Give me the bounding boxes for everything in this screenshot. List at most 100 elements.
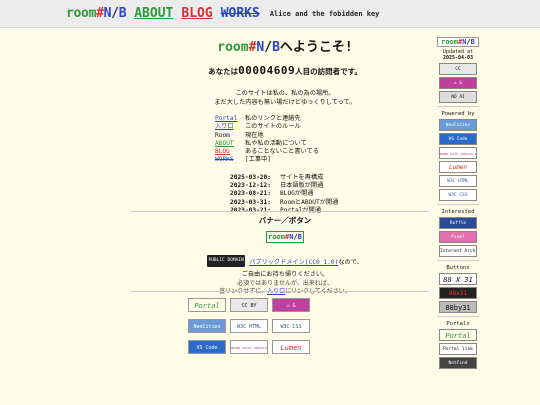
badge-row: VS Code made with sakura editor Lumen: [188, 340, 328, 354]
update-row: 2023-08-21: BLOGが開通: [230, 190, 340, 198]
sb-w3c-css-badge[interactable]: W3C CSS: [439, 189, 477, 201]
section-divider: [130, 211, 428, 212]
sidebar-divider: [437, 204, 479, 205]
badge-row: Portal CC BY ⚠ G: [188, 298, 328, 312]
sb-logo-room: room: [441, 38, 458, 46]
sb-lumen-badge[interactable]: Lumen: [439, 161, 477, 173]
sb-sakura-badge[interactable]: made with sakura editor: [439, 147, 477, 159]
visitor-prefix: あなたは: [208, 67, 239, 76]
sidebar-divider: [437, 316, 479, 317]
note-line-1: 必須ではありませんが、出来れば、: [237, 280, 333, 287]
updated-date: 2025-04-03: [442, 55, 474, 61]
sb-noai-badge[interactable]: NO AI: [439, 91, 477, 103]
sitemap-link-blog[interactable]: BLOG: [215, 148, 245, 156]
sitemap-row-works: WORKS [工事中]: [215, 156, 355, 164]
sb-netfind-badge[interactable]: NetFind: [439, 357, 477, 369]
portals-heading: Portals: [446, 321, 470, 327]
sb-88x31-badge[interactable]: 88 X 31: [439, 273, 477, 285]
right-sidebar: room#N/B Updated at 2025-04-03 CC ⚠ G NO…: [437, 37, 479, 369]
logo-room: room: [66, 6, 97, 21]
sitemap-link-about[interactable]: ABOUT: [215, 140, 245, 148]
visitor-counter: あなたは00004609人目の訪問者です。: [140, 64, 430, 77]
neocities-badge[interactable]: NeoCities: [188, 319, 226, 333]
warning-badge[interactable]: ⚠ G: [272, 298, 310, 312]
sitemap-row-room: Room 現在地: [215, 132, 355, 140]
sitemap-desc: [工事中]: [245, 156, 272, 164]
license-line-2: ご自由にお持ち帰りください。: [241, 271, 329, 278]
main-content: room#N/Bへようこそ! あなたは00004609人目の訪問者です。 このサ…: [140, 34, 430, 215]
site-banner-image[interactable]: room#N/B: [266, 231, 304, 243]
vscode-badge[interactable]: VS Code: [188, 340, 226, 354]
badge-grid: Portal CC BY ⚠ G NeoCities W3C HTML W3C …: [188, 298, 328, 361]
banner-room: room: [268, 233, 285, 241]
visitor-count: 00004609: [238, 64, 296, 77]
update-text: BLOGが開通: [280, 190, 314, 198]
cc0-badge[interactable]: PUBLIC DOMAIN: [207, 255, 246, 267]
sb-warning-badge[interactable]: ⚠ G: [439, 77, 477, 89]
banner-title: バナー／ボタン: [258, 216, 312, 225]
sitemap-label-room: Room: [215, 131, 230, 139]
sb-logo-b: B: [470, 38, 475, 46]
visitor-suffix: 人目の訪問者です。: [295, 67, 362, 76]
update-date: 2023-08-21:: [230, 190, 271, 198]
sb-archive-badge[interactable]: Internet Archive: [439, 245, 477, 257]
sb-cc-badge[interactable]: CC: [439, 63, 477, 75]
sb-portal-badge[interactable]: Portal: [439, 329, 477, 341]
w3c-css-badge[interactable]: W3C CSS: [272, 319, 310, 333]
title-room: room: [217, 40, 249, 55]
sitemap-row-blog: BLOG あることないこと書いてる: [215, 148, 355, 156]
sitemap-desc: 現在地: [245, 131, 264, 139]
update-text: RoomとABOUTが開通: [280, 198, 339, 206]
logo-b: B: [118, 6, 127, 21]
site-logo[interactable]: room#N/B: [66, 6, 127, 21]
sb-w3c-html-badge[interactable]: W3C HTML: [439, 175, 477, 187]
sidebar-divider: [437, 106, 479, 107]
updated-at: Updated at 2025-04-03: [437, 49, 479, 61]
sb-pixel-badge[interactable]: Pixel: [439, 231, 477, 243]
buttons-heading: Buttons: [446, 265, 470, 271]
nav-blog-link[interactable]: BLOG: [181, 6, 212, 21]
w3c-html-badge[interactable]: W3C HTML: [230, 319, 268, 333]
sb-vscode-badge[interactable]: VS Code: [439, 133, 477, 145]
site-tagline: Alice and the fobidden key: [269, 9, 380, 18]
title-b: B: [272, 40, 280, 55]
intro-line-2: まだ大した内容も無い場だけどゆっくりしてって。: [214, 98, 356, 106]
welcome-title: room#N/Bへようこそ!: [140, 36, 430, 55]
site-header: room#N/B ABOUT BLOG WORKS Alice and the …: [0, 0, 540, 28]
sidebar-divider: [437, 260, 479, 261]
license-link[interactable]: パブリックドメイン(CC0 1.0): [249, 259, 338, 266]
sb-88by31-badge[interactable]: 88by31: [439, 301, 477, 313]
cc-by-badge[interactable]: CC BY: [230, 298, 268, 312]
sitemap-link-entrance[interactable]: 入り口: [215, 123, 245, 131]
sitemap-desc: 私や私の活動について: [245, 139, 307, 147]
lumen-badge[interactable]: Lumen: [272, 340, 310, 354]
sitemap-link-portal[interactable]: Portal: [215, 115, 245, 123]
sitemap-row-portal: Portal 私のリンクと連絡先: [215, 115, 355, 123]
sb-portal-link-badge[interactable]: Portal link: [439, 343, 477, 355]
badge-row: NeoCities W3C HTML W3C CSS: [188, 319, 328, 333]
interested-heading: Interested: [441, 209, 475, 215]
update-text: サイトを再構成: [280, 173, 324, 181]
sb-neocities-badge[interactable]: NeoCities: [439, 119, 477, 131]
update-date: 2025-03-20:: [230, 173, 271, 181]
logo-hash: #: [96, 6, 104, 21]
title-suffix: へようこそ!: [279, 40, 353, 55]
portal-badge[interactable]: Portal: [188, 298, 226, 312]
sitemap-link-works[interactable]: WORKS: [215, 156, 245, 164]
powered-by-heading: Powered by: [441, 111, 475, 117]
sitemap-desc: このサイトのルール: [245, 123, 301, 131]
section-divider: [130, 291, 428, 292]
sb-ruffle-badge[interactable]: Ruffle: [439, 217, 477, 229]
nav-works-link[interactable]: WORKS: [221, 6, 260, 21]
sidebar-logo[interactable]: room#N/B: [437, 37, 479, 47]
update-date: 2023-12-12:: [230, 182, 271, 190]
sb-88x31-dark-badge[interactable]: 88x31: [439, 287, 477, 299]
title-slash: /: [264, 40, 273, 55]
sakura-editor-badge[interactable]: made with sakura editor: [230, 340, 268, 354]
nav-about-link[interactable]: ABOUT: [134, 6, 173, 21]
intro-line-1: このサイトは私の、私の為の場所。: [235, 90, 335, 97]
update-log: 2025-03-20: サイトを再構成 2023-12-12: 日本語版が開通 20…: [230, 174, 340, 215]
intro-text: このサイトは私の、私の為の場所。 まだ大した内容も無い場だけどゆっくりしてって。: [140, 90, 430, 107]
license-text: パブリックドメイン(CC0 1.0)なので、: [249, 257, 363, 266]
license-note: 必須ではありませんが、出来れば、 直リンクせずに、入り口にリンクしてください。: [140, 280, 430, 295]
